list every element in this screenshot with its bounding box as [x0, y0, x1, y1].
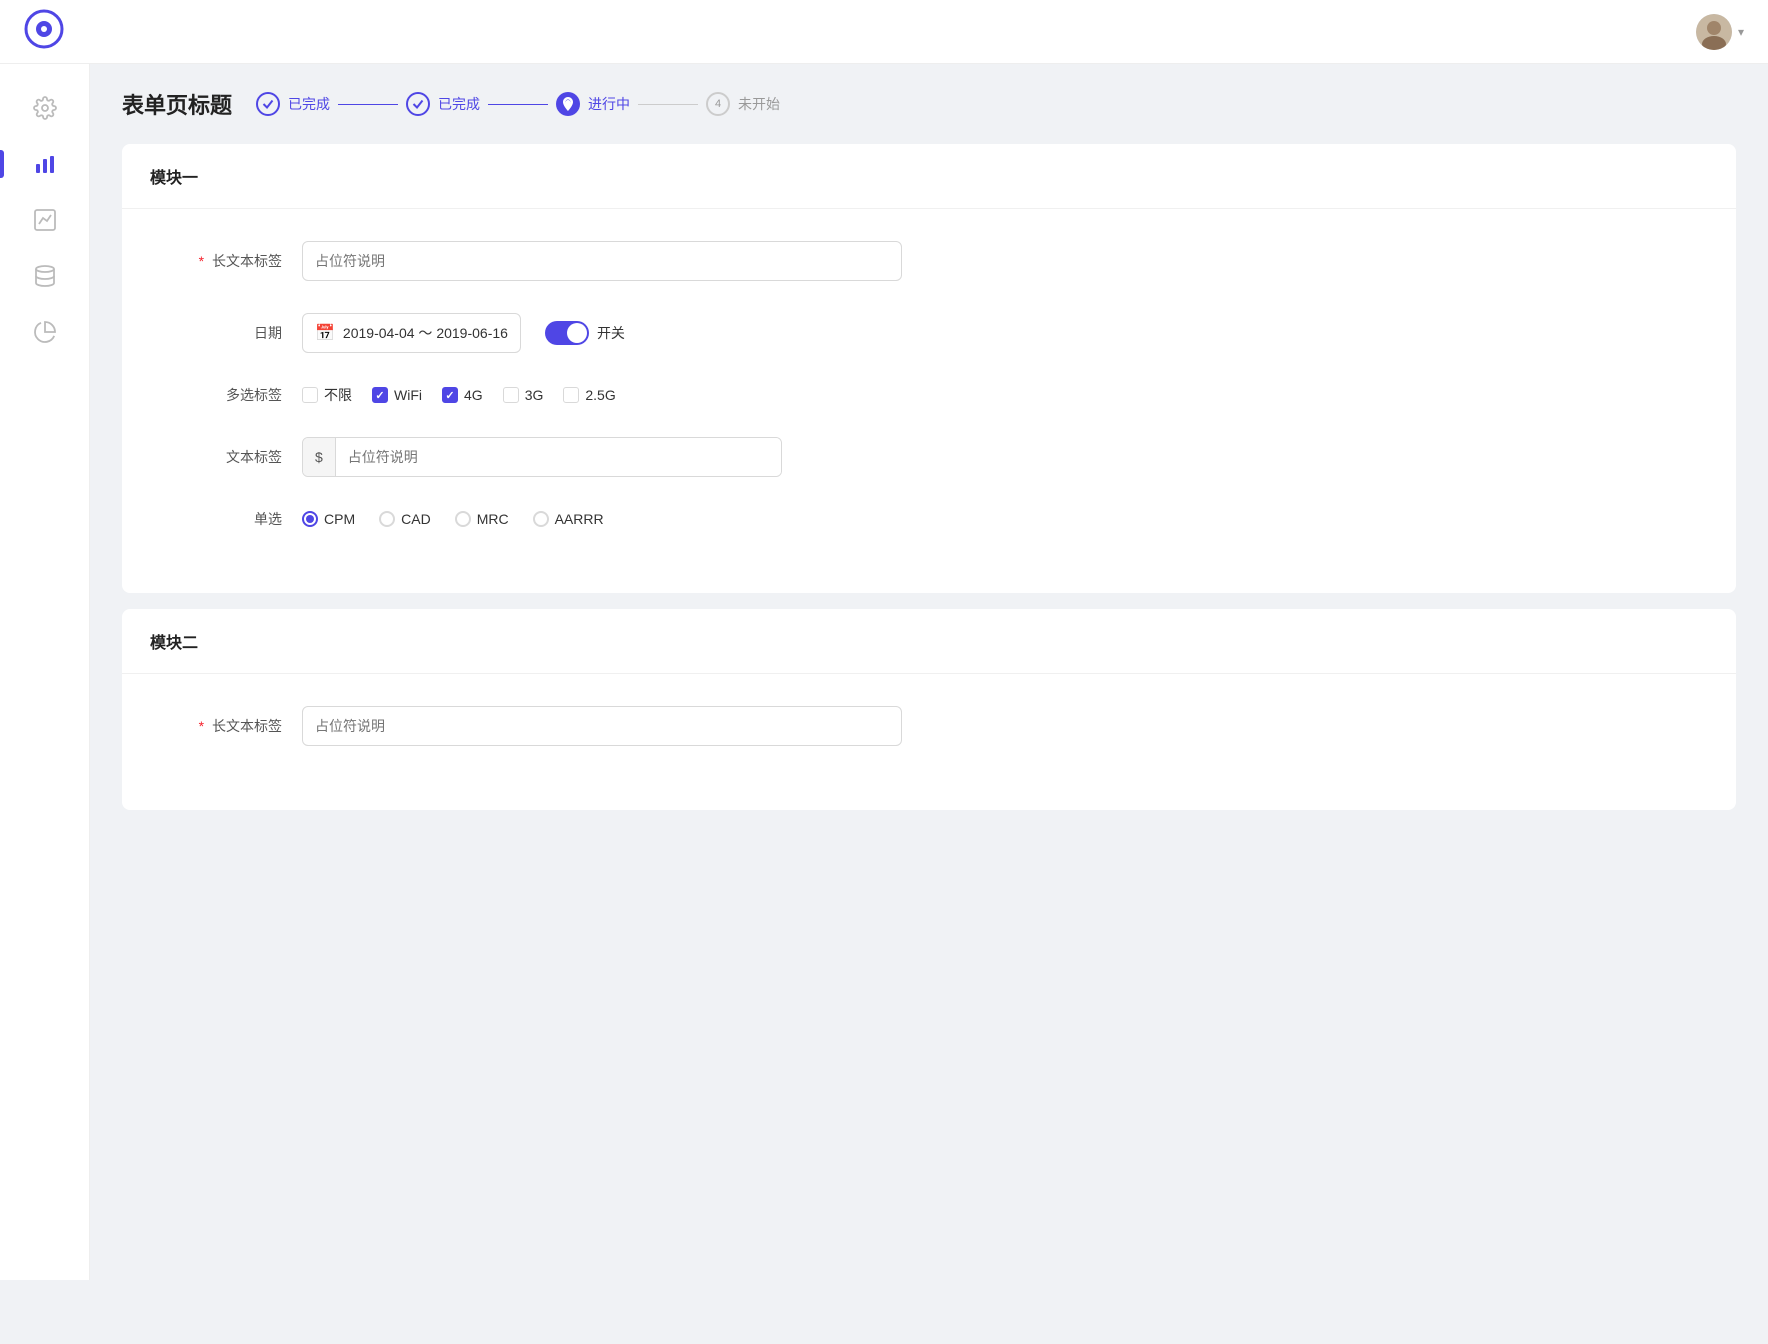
sidebar-item-chart-line[interactable] [17, 196, 73, 244]
radio-cpm-label: CPM [324, 511, 355, 527]
checkbox-wifi[interactable]: WiFi [372, 387, 422, 403]
logo [24, 9, 64, 54]
step-line-3 [638, 104, 698, 105]
steps: 已完成 已完成 进行中 [256, 92, 780, 116]
checkbox-4g-label: 4G [464, 387, 483, 403]
checkbox-2-5g-label: 2.5G [585, 387, 615, 403]
step-1: 已完成 [256, 92, 330, 116]
module-two-long-text-label: * 长文本标签 [162, 716, 282, 736]
multi-select-row: 多选标签 不限 WiFi [162, 385, 1696, 405]
module-two-card: 模块二 * 长文本标签 [122, 609, 1736, 810]
radio-mrc-label: MRC [477, 511, 509, 527]
toggle-knob [567, 323, 587, 343]
step-1-icon [256, 92, 280, 116]
checkbox-unlimited-label: 不限 [324, 385, 352, 405]
toggle-label: 开关 [597, 323, 625, 343]
radio-row: 单选 CPM CAD [162, 509, 1696, 529]
radio-group-container: CPM CAD MRC [302, 511, 902, 527]
radio-mrc[interactable]: MRC [455, 511, 509, 527]
radio-cpm-circle [302, 511, 318, 527]
checkbox-3g-box [503, 387, 519, 403]
module-two-long-text-control [302, 706, 902, 746]
required-mark: * [199, 253, 204, 269]
chevron-down-icon: ▾ [1738, 25, 1744, 39]
date-input[interactable]: 📅 2019-04-04 ～ 2019-06-16 [302, 313, 521, 353]
radio-group: CPM CAD MRC [302, 511, 902, 527]
radio-cad-circle [379, 511, 395, 527]
toggle-switch[interactable] [545, 321, 589, 345]
module-two-long-text-input[interactable] [302, 706, 902, 746]
date-control: 📅 2019-04-04 ～ 2019-06-16 开关 [302, 313, 902, 353]
module-two-title: 模块二 [122, 609, 1736, 674]
main-content: 表单页标题 已完成 已完成 [90, 64, 1768, 1280]
radio-cad-label: CAD [401, 511, 431, 527]
long-text-control [302, 241, 902, 281]
text-field-row: 文本标签 $ [162, 437, 1696, 477]
avatar [1696, 14, 1732, 50]
step-4-icon: 4 [706, 92, 730, 116]
step-4-number: 4 [715, 98, 721, 110]
module-one-card: 模块一 * 长文本标签 日期 📅 2 [122, 144, 1736, 593]
module-one-body: * 长文本标签 日期 📅 2019-04-04 ～ 2019-06-16 [122, 209, 1736, 593]
step-1-label: 已完成 [288, 94, 330, 114]
checkbox-2-5g[interactable]: 2.5G [563, 387, 615, 403]
step-line-2 [488, 104, 548, 105]
sidebar [0, 64, 90, 1280]
sidebar-item-database[interactable] [17, 252, 73, 300]
input-prefix-wrapper: $ [302, 437, 782, 477]
checkbox-group: 不限 WiFi 4G [302, 385, 902, 405]
step-2-label: 已完成 [438, 94, 480, 114]
step-2: 已完成 [406, 92, 480, 116]
calendar-icon: 📅 [315, 323, 335, 343]
step-line-1 [338, 104, 398, 105]
checkbox-4g[interactable]: 4G [442, 387, 483, 403]
module-two-body: * 长文本标签 [122, 674, 1736, 810]
long-text-label: * 长文本标签 [162, 251, 282, 271]
page-title: 表单页标题 [122, 88, 232, 120]
checkbox-group-container: 不限 WiFi 4G [302, 385, 902, 405]
sidebar-item-chart-bar[interactable] [17, 140, 73, 188]
step-3-label: 进行中 [588, 94, 630, 114]
long-text-row: * 长文本标签 [162, 241, 1696, 281]
module-one-title: 模块一 [122, 144, 1736, 209]
checkbox-wifi-label: WiFi [394, 387, 422, 403]
toggle-wrapper: 开关 [545, 321, 625, 345]
text-field-control: $ [302, 437, 902, 477]
checkbox-unlimited[interactable]: 不限 [302, 385, 352, 405]
date-row: 日期 📅 2019-04-04 ～ 2019-06-16 开关 [162, 313, 1696, 353]
multi-select-label: 多选标签 [162, 385, 282, 405]
required-mark-2: * [199, 718, 204, 734]
checkbox-unlimited-box [302, 387, 318, 403]
radio-aarrr-circle [533, 511, 549, 527]
sidebar-item-pie-chart[interactable] [17, 308, 73, 356]
step-4: 4 未开始 [706, 92, 780, 116]
radio-aarrr[interactable]: AARRR [533, 511, 604, 527]
step-3: 进行中 [556, 92, 630, 116]
checkbox-3g[interactable]: 3G [503, 387, 544, 403]
radio-cpm[interactable]: CPM [302, 511, 355, 527]
page-header: 表单页标题 已完成 已完成 [122, 88, 1736, 120]
radio-label: 单选 [162, 509, 282, 529]
step-2-icon [406, 92, 430, 116]
date-value: 2019-04-04 ～ 2019-06-16 [343, 323, 508, 343]
checkbox-4g-box [442, 387, 458, 403]
step-4-label: 未开始 [738, 94, 780, 114]
checkbox-wifi-box [372, 387, 388, 403]
date-label: 日期 [162, 323, 282, 343]
radio-aarrr-label: AARRR [555, 511, 604, 527]
step-3-icon [556, 92, 580, 116]
checkbox-2-5g-box [563, 387, 579, 403]
long-text-input[interactable] [302, 241, 902, 281]
user-area[interactable]: ▾ [1696, 14, 1744, 50]
text-field-label: 文本标签 [162, 447, 282, 467]
radio-mrc-circle [455, 511, 471, 527]
checkbox-3g-label: 3G [525, 387, 544, 403]
input-prefix-symbol: $ [303, 438, 336, 476]
module-two-long-text-row: * 长文本标签 [162, 706, 1696, 746]
top-header: ▾ [0, 0, 1768, 64]
sidebar-item-settings[interactable] [17, 84, 73, 132]
radio-cad[interactable]: CAD [379, 511, 431, 527]
text-field-input[interactable] [336, 438, 781, 476]
